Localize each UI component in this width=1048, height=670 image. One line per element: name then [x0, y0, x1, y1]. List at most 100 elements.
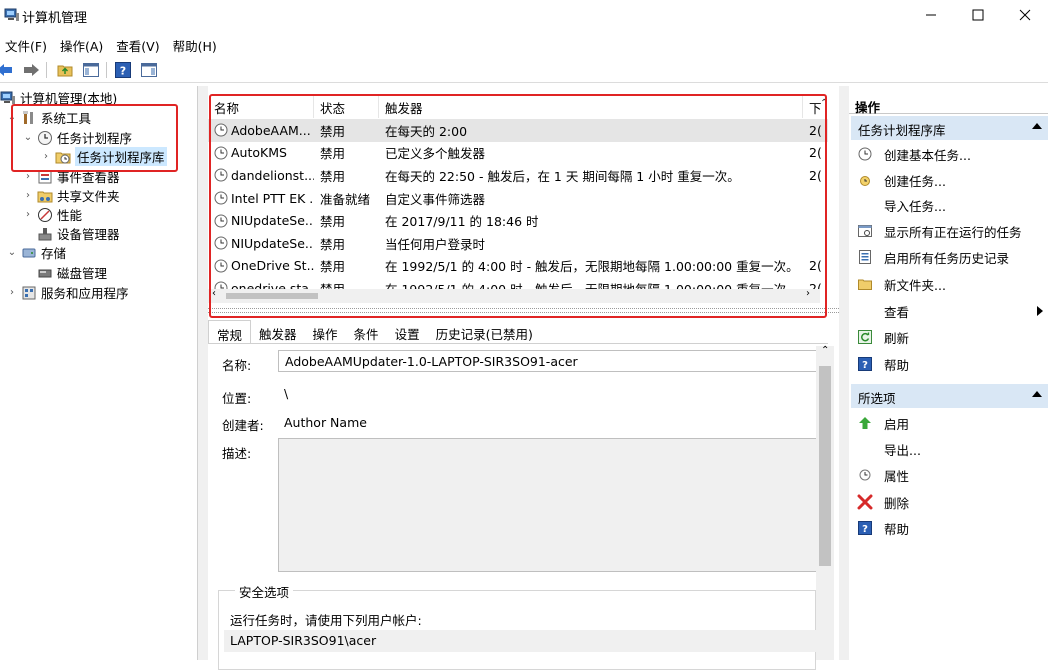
table-row[interactable]: AdobeAAM... 禁用 在每天的 2:00 2( [208, 119, 828, 142]
tree-item-device-manager[interactable]: 设备管理器 [37, 224, 120, 243]
tab-actions[interactable]: 操作 [305, 320, 346, 344]
tree-item-system-tools[interactable]: ⌄ 系统工具 [6, 108, 91, 127]
column-header-trigger[interactable]: 触发器 [379, 96, 803, 118]
help-icon: ? [857, 356, 873, 372]
tree-label: 磁盘管理 [57, 266, 108, 281]
new-folder-icon [857, 276, 873, 292]
tree-item-task-scheduler[interactable]: ⌄ 任务计划程序 [22, 128, 132, 147]
action-show-running-tasks[interactable]: 显示所有正在运行的任务 [857, 220, 1047, 242]
tab-settings[interactable]: 设置 [387, 320, 428, 344]
action-delete[interactable]: 删除 [857, 491, 1047, 513]
clock-icon [37, 130, 53, 146]
expand-chevron-icon[interactable]: › [22, 190, 34, 201]
location-label: 位置: [222, 391, 252, 406]
action-create-task[interactable]: 创建任务... [857, 169, 1047, 191]
action-label: 启用 [884, 416, 910, 432]
actions-section-selected[interactable]: 所选项 [851, 384, 1048, 408]
maximize-button[interactable] [955, 0, 1001, 30]
tree-item-services-apps[interactable]: › 服务和应用程序 [6, 283, 129, 302]
collapse-chevron-icon[interactable]: ⌄ [6, 247, 18, 258]
expand-chevron-icon[interactable]: › [22, 209, 34, 220]
show-hide-action-pane-icon[interactable] [140, 61, 158, 79]
table-row[interactable]: NIUpdateSe... 禁用 当任何用户登录时 [208, 232, 828, 255]
description-field[interactable] [278, 438, 818, 572]
tab-history[interactable]: 历史记录(已禁用) [428, 320, 541, 344]
tree-label: 服务和应用程序 [41, 286, 129, 301]
table-row[interactable]: AutoKMS 禁用 已定义多个触发器 2( [208, 142, 828, 165]
action-create-basic-task[interactable]: 创建基本任务... [857, 143, 1047, 165]
storage-icon [21, 245, 37, 261]
tree-item-disk-management[interactable]: 磁盘管理 [37, 263, 107, 282]
collapse-chevron-icon[interactable]: ⌄ [22, 132, 34, 143]
tree-item-performance[interactable]: › 性能 [22, 205, 82, 224]
table-row[interactable]: OneDrive St... 禁用 在 1992/5/1 的 4:00 时 - … [208, 255, 828, 278]
action-enable-history[interactable]: 启用所有任务历史记录 [857, 246, 1047, 268]
table-row[interactable]: dandelionst... 禁用 在每天的 22:50 - 触发后，在 1 天… [208, 164, 828, 187]
pane-splitter[interactable] [208, 308, 839, 313]
tab-conditions[interactable]: 条件 [346, 320, 387, 344]
tree-label: 共享文件夹 [57, 189, 120, 204]
horizontal-scrollbar[interactable]: ‹ › [208, 288, 820, 303]
tab-general[interactable]: 常规 [208, 320, 252, 344]
tree-item-root[interactable]: 计算机管理(本地) [0, 88, 117, 107]
task-name-field[interactable]: AdobeAAMUpdater-1.0-LAPTOP-SIR3SO91-acer [278, 350, 818, 372]
actions-header: 操作 [849, 94, 1048, 115]
table-row[interactable]: Intel PTT EK ... 准备就绪 自定义事件筛选器 [208, 187, 828, 210]
action-refresh[interactable]: 刷新 [857, 326, 1047, 348]
back-arrow-icon[interactable] [0, 61, 14, 79]
task-list: AdobeAAM... 禁用 在每天的 2:00 2( AutoKMS 禁用 已… [208, 119, 828, 289]
collapse-triangle-icon[interactable] [1032, 391, 1042, 397]
expand-chevron-icon[interactable]: › [6, 287, 18, 298]
table-row[interactable]: onedrive sta... 禁用 在 1992/5/1 的 4:00 时 -… [208, 277, 828, 289]
detail-vertical-scrollbar[interactable]: ⌃ [816, 345, 834, 660]
expand-chevron-icon[interactable]: › [40, 151, 52, 162]
expand-chevron-icon[interactable]: › [22, 171, 34, 182]
action-import-task[interactable]: 导入任务... [857, 194, 1047, 216]
tree-item-shared-folders[interactable]: › 共享文件夹 [22, 186, 120, 205]
event-viewer-icon [37, 169, 53, 185]
table-row[interactable]: NIUpdateSe... 禁用 在 2017/9/11 的 18:46 时 [208, 209, 828, 232]
tree-item-event-viewer[interactable]: › 事件查看器 [22, 167, 120, 186]
action-view[interactable]: 查看 [857, 300, 1047, 322]
tab-triggers[interactable]: 触发器 [251, 320, 305, 344]
action-export[interactable]: 导出... [857, 438, 1047, 460]
actions-section-library[interactable]: 任务计划程序库 [851, 116, 1048, 140]
tree-item-task-library[interactable]: › 任务计划程序库 [40, 147, 167, 166]
tree-item-storage[interactable]: ⌄ 存储 [6, 243, 66, 262]
collapse-triangle-icon[interactable] [1032, 123, 1042, 129]
task-clock-icon [214, 236, 228, 250]
menu-file[interactable]: 文件(F) [0, 33, 55, 55]
close-button[interactable] [1002, 0, 1048, 30]
task-state: 禁用 [320, 214, 346, 230]
scroll-left-icon[interactable]: ‹ [212, 288, 216, 299]
run-as-user-field[interactable]: LAPTOP-SIR3SO91\acer [224, 630, 816, 652]
tree-label: 设备管理器 [57, 227, 120, 242]
pane-divider[interactable] [839, 86, 849, 660]
help-icon[interactable]: ? [114, 61, 132, 79]
menu-help[interactable]: 帮助(H) [168, 33, 225, 55]
scroll-up-icon[interactable]: ⌃ [821, 345, 829, 356]
collapse-chevron-icon[interactable]: ⌄ [6, 112, 18, 123]
task-name: AutoKMS [231, 145, 287, 161]
task-next-run: 2( [809, 145, 822, 161]
device-manager-icon [37, 226, 53, 242]
menu-view[interactable]: 查看(V) [111, 33, 167, 55]
action-properties[interactable]: 属性 [857, 464, 1047, 486]
show-hide-tree-icon[interactable] [82, 61, 100, 79]
column-header-state[interactable]: 状态 [314, 96, 379, 118]
up-folder-icon[interactable] [56, 61, 74, 79]
scrollbar-thumb[interactable] [226, 293, 318, 299]
scroll-up-icon[interactable]: ⌃ [820, 98, 828, 109]
action-enable[interactable]: 启用 [857, 412, 1047, 434]
scrollbar-thumb[interactable] [819, 366, 831, 566]
action-help[interactable]: ? 帮助 [857, 353, 1047, 375]
menu-action[interactable]: 操作(A) [55, 33, 111, 55]
column-header-name[interactable]: 名称 [208, 96, 314, 118]
scroll-right-icon[interactable]: › [806, 288, 810, 299]
minimize-button[interactable] [908, 0, 954, 30]
forward-arrow-icon[interactable] [22, 61, 40, 79]
action-new-folder[interactable]: 新文件夹... [857, 273, 1047, 295]
tree-label: 性能 [57, 208, 83, 223]
pane-divider[interactable] [198, 86, 208, 660]
action-help-selected[interactable]: ? 帮助 [857, 517, 1047, 539]
